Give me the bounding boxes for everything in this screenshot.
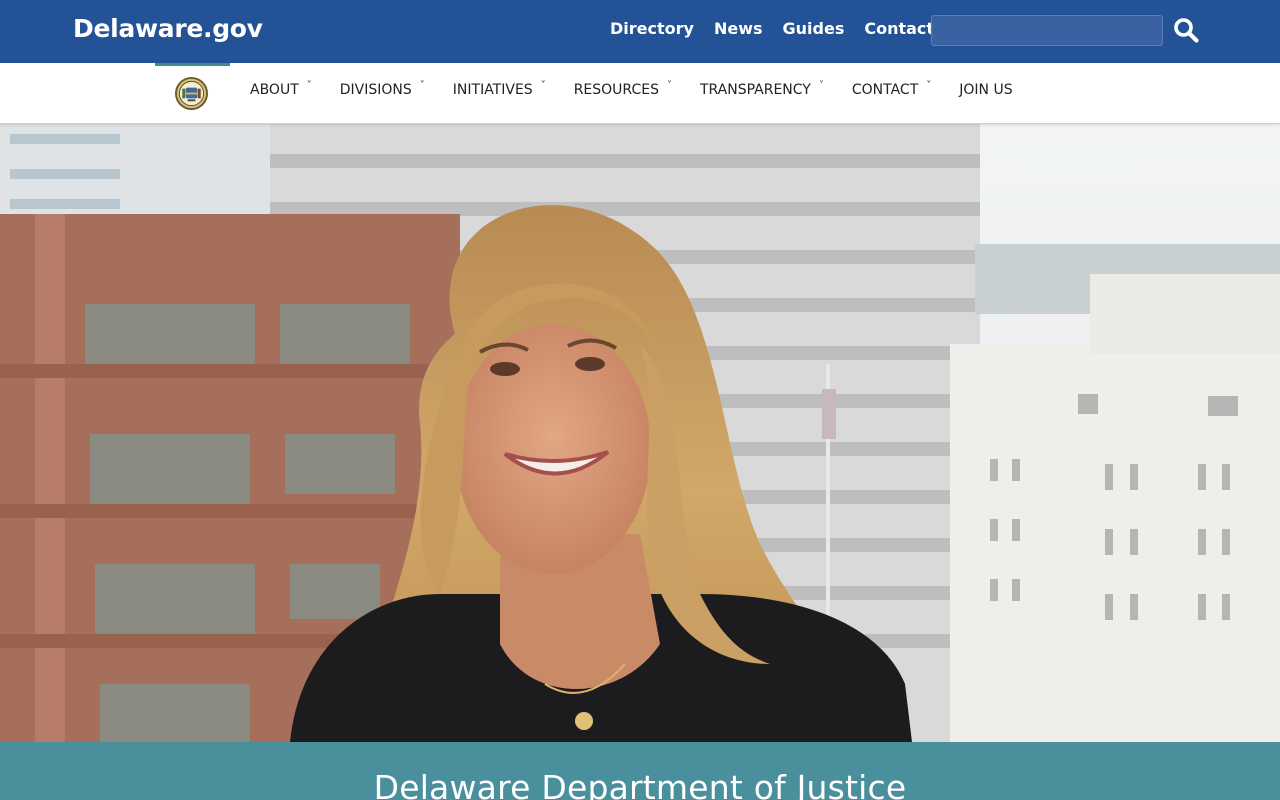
- delaware-seal-icon: [174, 76, 209, 111]
- top-link-directory[interactable]: Directory: [610, 19, 694, 38]
- site-brand-link[interactable]: Delaware.gov: [73, 14, 263, 43]
- top-link-guides[interactable]: Guides: [783, 19, 845, 38]
- chevron-down-icon: ˅: [306, 80, 312, 91]
- nav-item-transparency[interactable]: TRANSPARENCY ˅: [699, 80, 824, 98]
- nav-item-label: TRANSPARENCY: [699, 82, 811, 98]
- search-icon: [1174, 18, 1199, 43]
- search-input[interactable]: [931, 15, 1163, 46]
- nav-item-label: CONTACT: [851, 82, 919, 98]
- hero-photo: [0, 124, 1280, 742]
- nav-item-resources[interactable]: RESOURCES ˅: [573, 80, 672, 98]
- nav-item-divisions[interactable]: DIVISIONS ˅: [339, 80, 425, 98]
- chevron-down-icon: ˅: [926, 80, 932, 91]
- nav-items: ABOUT ˅ DIVISIONS ˅ INITIATIVES ˅ RESOUR…: [250, 80, 1041, 98]
- nav-item-label: JOIN US: [959, 82, 1013, 98]
- department-title-banner: Delaware Department of Justice: [0, 742, 1280, 800]
- nav-item-label: RESOURCES: [573, 82, 659, 98]
- top-header-bar: Delaware.gov Directory News Guides Conta…: [0, 0, 1280, 63]
- page-title: Delaware Department of Justice: [373, 768, 907, 800]
- top-link-contact[interactable]: Contact: [864, 19, 934, 38]
- chevron-down-icon: ˅: [818, 80, 824, 91]
- top-links: Directory News Guides Contact: [610, 19, 954, 38]
- nav-item-contact[interactable]: CONTACT ˅: [851, 80, 932, 98]
- nav-item-label: INITIATIVES: [452, 82, 533, 98]
- nav-item-label: DIVISIONS: [339, 82, 412, 98]
- hero-banner: [0, 124, 1280, 742]
- nav-item-join-us[interactable]: JOIN US: [959, 82, 1012, 98]
- nav-item-initiatives[interactable]: INITIATIVES ˅: [452, 80, 546, 98]
- search-button[interactable]: [1171, 16, 1201, 46]
- nav-item-label: ABOUT: [250, 82, 299, 98]
- chevron-down-icon: ˅: [419, 80, 425, 91]
- chevron-down-icon: ˅: [540, 80, 546, 91]
- nav-item-about[interactable]: ABOUT ˅: [250, 80, 312, 98]
- home-seal-link[interactable]: [155, 63, 230, 124]
- chevron-down-icon: ˅: [666, 80, 672, 91]
- main-navigation: ABOUT ˅ DIVISIONS ˅ INITIATIVES ˅ RESOUR…: [0, 63, 1280, 124]
- top-link-news[interactable]: News: [714, 19, 763, 38]
